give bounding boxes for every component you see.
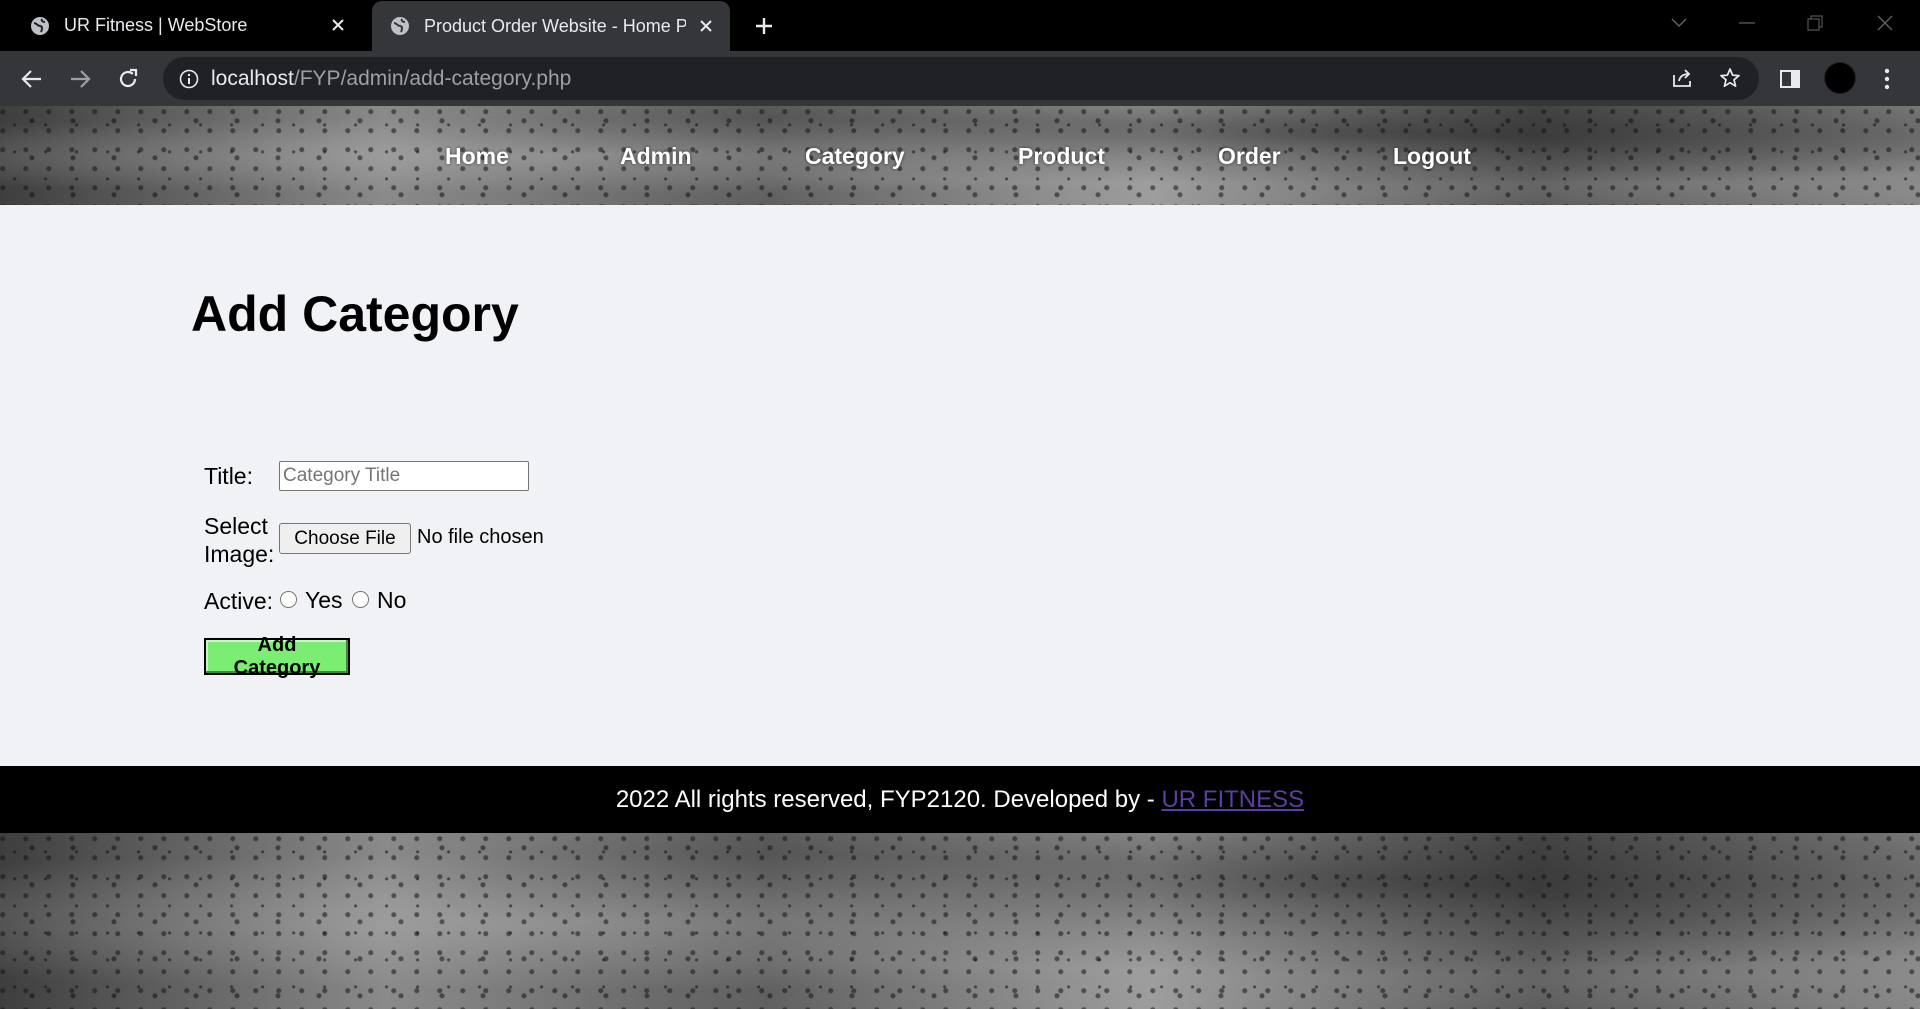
category-title-input[interactable] (279, 461, 529, 491)
active-no-label[interactable]: No (377, 587, 406, 614)
url-host: localhost (211, 66, 294, 90)
active-label: Active: (204, 588, 274, 614)
nav-home-link[interactable]: Home (445, 143, 509, 170)
tab-title: UR Fitness | WebStore (64, 15, 248, 35)
add-category-button[interactable]: Add Category (204, 634, 350, 679)
choose-file-button[interactable]: Choose File (279, 523, 411, 554)
nav-logout-link[interactable]: Logout (1393, 143, 1471, 170)
footer-text: 2022 All rights reserved, FYP2120. Devel… (615, 785, 1162, 813)
globe-icon (390, 16, 410, 36)
share-icon[interactable] (1667, 63, 1697, 93)
select-image-label-line1: Select (204, 513, 268, 539)
page-viewport: Home Admin Category Product Order Logout… (0, 106, 1920, 1009)
nav-product-link[interactable]: Product (1018, 143, 1105, 170)
address-bar[interactable]: localhost/FYP/admin/add-category.php (163, 57, 1759, 100)
browser-tab-ur-fitness[interactable]: UR Fitness | WebStore (0, 0, 362, 51)
active-yes-label[interactable]: Yes (305, 587, 343, 614)
window-close-icon[interactable] (1870, 8, 1900, 38)
reload-icon[interactable] (113, 64, 143, 94)
back-arrow-icon[interactable] (17, 64, 47, 94)
select-image-label-line2: Image: (204, 541, 275, 567)
active-no-radio[interactable] (352, 591, 369, 608)
globe-icon (30, 16, 50, 36)
background-wall-image (0, 833, 1920, 1009)
browser-tab-bar: UR Fitness | WebStore Product Order Webs… (0, 0, 1920, 51)
restore-icon[interactable] (1800, 8, 1830, 38)
title-label: Title: (204, 463, 253, 489)
nav-category-link[interactable]: Category (805, 143, 905, 170)
tab-title: Product Order Website - Home Page (424, 15, 686, 36)
nav-admin-link[interactable]: Admin (620, 143, 692, 170)
forward-arrow-icon[interactable] (65, 64, 95, 94)
profile-avatar[interactable] (1824, 62, 1856, 94)
footer: 2022 All rights reserved, FYP2120. Devel… (0, 766, 1920, 833)
close-icon[interactable] (328, 15, 348, 35)
main-menu: Home Admin Category Product Order Logout (0, 106, 1920, 205)
footer-ur-fitness-link[interactable]: UR FITNESS (1161, 786, 1304, 814)
bookmark-star-icon[interactable] (1715, 63, 1745, 93)
active-yes-radio[interactable] (280, 591, 297, 608)
browser-toolbar: localhost/FYP/admin/add-category.php (0, 51, 1920, 106)
more-menu-icon[interactable] (1872, 64, 1902, 94)
page-title: Add Category (191, 286, 519, 342)
tab-search-chevron-icon[interactable] (1664, 8, 1694, 38)
minimize-icon[interactable] (1732, 8, 1762, 38)
file-status-text: No file chosen (417, 526, 544, 548)
browser-tab-product-order[interactable]: Product Order Website - Home Page (372, 1, 730, 51)
info-icon[interactable] (179, 69, 199, 89)
side-panel-icon[interactable] (1775, 64, 1805, 94)
new-tab-plus-icon[interactable] (750, 12, 778, 40)
main-content: Add Category Title: Select Image: Choose… (0, 205, 1920, 766)
nav-order-link[interactable]: Order (1218, 143, 1281, 170)
url-path: /FYP/admin/add-category.php (293, 66, 572, 90)
close-icon[interactable] (696, 16, 716, 36)
